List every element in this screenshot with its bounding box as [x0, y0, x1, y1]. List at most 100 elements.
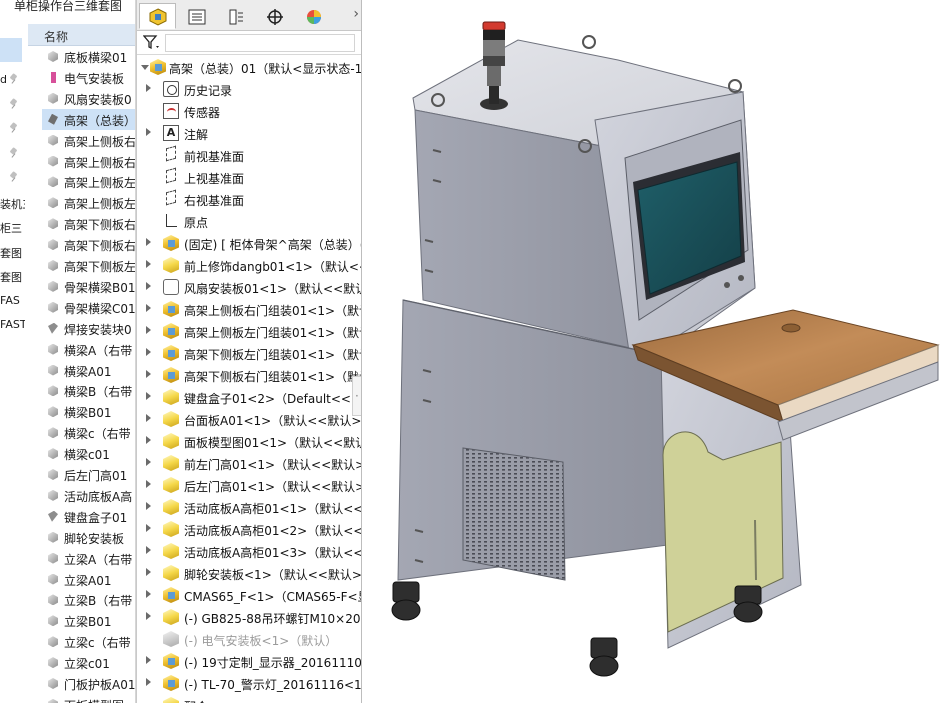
quick-access-item[interactable]: FAST — [0, 315, 25, 335]
file-list-item[interactable]: 骨架横梁B01 — [42, 276, 135, 297]
expand-arrow-icon[interactable] — [146, 238, 151, 246]
pin-icon[interactable] — [10, 99, 17, 110]
tree-node[interactable]: 高架下侧板左门组装01<1>（默认 — [137, 342, 361, 364]
file-list-item[interactable]: 电气安装板 — [42, 67, 135, 88]
file-list-item[interactable]: 活动底板A高 — [42, 485, 135, 506]
tree-node[interactable]: 右视基准面 — [137, 188, 361, 210]
tree-node[interactable]: 原点 — [137, 210, 361, 232]
property-manager-tab[interactable] — [178, 3, 215, 29]
file-list-item[interactable]: 立梁A01 — [42, 569, 135, 590]
file-list-item[interactable]: 横梁B（右带 — [42, 380, 135, 401]
tree-root-assembly[interactable]: 高架（总装）01（默认<显示状态-1> — [137, 56, 361, 78]
dimxpert-tab[interactable] — [256, 3, 293, 29]
file-list-item[interactable]: 横梁A（右带 — [42, 339, 135, 360]
quick-access-item[interactable] — [0, 119, 25, 139]
file-list-item[interactable]: 立梁c（右带 — [42, 631, 135, 652]
expand-arrow-icon[interactable] — [146, 656, 151, 664]
file-list-item[interactable]: 高架上侧板左 — [42, 192, 135, 213]
expand-arrow-icon[interactable] — [146, 480, 151, 488]
file-list-item[interactable]: 横梁c（右带 — [42, 422, 135, 443]
tree-node[interactable]: (-) GB825-88吊环螺钉M10×20< — [137, 606, 361, 628]
quick-access-item[interactable]: FAS — [0, 291, 25, 311]
file-list-item[interactable]: 高架下侧板右 — [42, 234, 135, 255]
file-list-item[interactable]: 脚轮安装板 — [42, 527, 135, 548]
tree-node[interactable]: 活动底板A高柜01<3>（默认<<默 — [137, 540, 361, 562]
tree-node[interactable]: 前左门高01<1>（默认<<默认>_ — [137, 452, 361, 474]
tree-node[interactable]: (固定) [ 柜体骨架^高架（总装）( — [137, 232, 361, 254]
file-list-item[interactable]: 横梁c01 — [42, 443, 135, 464]
tree-node[interactable]: 脚轮安装板<1>（默认<<默认>_5 — [137, 562, 361, 584]
expand-arrow-icon[interactable] — [146, 260, 151, 268]
expand-arrow-icon[interactable] — [146, 304, 151, 312]
file-list-item[interactable]: 高架上侧板右 — [42, 151, 135, 172]
tree-node[interactable]: 风扇安装板01<1>（默认<<默认> — [137, 276, 361, 298]
tree-node[interactable]: 活动底板A高柜01<2>（默认<<默 — [137, 518, 361, 540]
panel-resize-grip[interactable] — [352, 376, 361, 416]
expand-arrow-icon[interactable] — [146, 370, 151, 378]
expand-arrow-icon[interactable] — [146, 546, 151, 554]
file-list-item[interactable]: 键盘盒子01 — [42, 506, 135, 527]
quick-access-item[interactable]: d — [0, 70, 25, 90]
expand-arrow-icon[interactable] — [146, 678, 151, 686]
graphics-viewport[interactable] — [363, 0, 941, 703]
tree-node[interactable]: 上视基准面 — [137, 166, 361, 188]
file-list-item[interactable]: 风扇安装板0 — [42, 88, 135, 109]
expand-arrow-icon[interactable] — [146, 128, 151, 136]
tree-filter-input[interactable] — [165, 34, 355, 52]
file-list-item[interactable]: 横梁A01 — [42, 360, 135, 381]
expand-arrow-icon[interactable] — [146, 326, 151, 334]
filter-icon[interactable] — [143, 35, 161, 51]
file-list-item[interactable]: 门板护板A01 — [42, 673, 135, 694]
file-list-item[interactable]: 横梁B01 — [42, 401, 135, 422]
quick-access-item[interactable]: 柜三 — [0, 217, 25, 237]
expand-arrow-icon[interactable] — [146, 84, 151, 92]
expand-arrow-icon[interactable] — [146, 612, 151, 620]
file-list-item[interactable]: 骨架横梁C01 — [42, 297, 135, 318]
expand-arrow-icon[interactable] — [146, 590, 151, 598]
tree-node[interactable]: CMAS65_F<1>（CMAS65-F<显 — [137, 584, 361, 606]
tree-node[interactable]: (-) 19寸定制_显示器_20161110< — [137, 650, 361, 672]
tree-node[interactable]: (-) 电气安装板<1>（默认） — [137, 628, 361, 650]
configuration-manager-tab[interactable] — [217, 3, 254, 29]
pin-icon[interactable] — [10, 172, 17, 183]
name-column-header[interactable]: 名称 — [28, 24, 135, 46]
file-list-item[interactable]: 后左门高01 — [42, 464, 135, 485]
collapse-arrow-icon[interactable] — [141, 65, 149, 70]
tree-node[interactable]: (-) TL-70_警示灯_20161116<1> — [137, 672, 361, 694]
tree-node[interactable]: 高架上侧板左门组装01<1>（默认 — [137, 320, 361, 342]
file-list-item[interactable]: 高架上侧板左 — [42, 171, 135, 192]
cabinet-3d-model[interactable] — [363, 0, 941, 703]
file-list-item[interactable]: 立梁c01 — [42, 652, 135, 673]
tree-node[interactable]: 前上修饰dangb01<1>（默认<<默 — [137, 254, 361, 276]
pin-icon[interactable] — [10, 148, 17, 159]
file-list-item[interactable]: 面板模型图 — [42, 694, 135, 703]
pin-icon[interactable] — [10, 74, 17, 85]
tree-node[interactable]: A 注解 — [137, 122, 361, 144]
tree-node[interactable]: 配合 — [137, 694, 361, 703]
tree-node[interactable]: 活动底板A高柜01<1>（默认<<默 — [137, 496, 361, 518]
quick-access-item[interactable] — [0, 144, 25, 164]
expand-arrow-icon[interactable] — [146, 502, 151, 510]
expand-arrow-icon[interactable] — [146, 392, 151, 400]
expand-arrow-icon[interactable] — [146, 414, 151, 422]
quick-access-item[interactable]: 装机三 — [0, 193, 25, 213]
tree-node[interactable]: 前视基准面 — [137, 144, 361, 166]
tree-node[interactable]: 后左门高01<1>（默认<<默认>_ — [137, 474, 361, 496]
file-list-item[interactable]: 高架（总装） — [42, 108, 135, 130]
tree-node[interactable]: 历史记录 — [137, 78, 361, 100]
expand-arrow-icon[interactable] — [146, 436, 151, 444]
tab-scroll-right-icon[interactable]: › — [353, 6, 359, 22]
expand-arrow-icon[interactable] — [146, 348, 151, 356]
tree-node[interactable]: 面板模型图01<1>（默认<<默认> — [137, 430, 361, 452]
tree-node[interactable]: 台面板A01<1>（默认<<默认>_显 — [137, 408, 361, 430]
file-list-item[interactable]: 立梁A（右带 — [42, 548, 135, 569]
file-list-item[interactable]: 立梁B01 — [42, 610, 135, 631]
expand-arrow-icon[interactable] — [146, 282, 151, 290]
quick-access-item[interactable] — [0, 95, 25, 115]
tree-node[interactable]: 高架上侧板右门组装01<1>（默认 — [137, 298, 361, 320]
quick-access-item[interactable] — [0, 168, 25, 188]
quick-access-item[interactable]: 套图 — [0, 266, 25, 286]
file-list-item[interactable]: 立梁B（右带 — [42, 589, 135, 610]
display-manager-tab[interactable] — [295, 3, 332, 29]
file-list-item[interactable]: 高架下侧板右 — [42, 213, 135, 234]
